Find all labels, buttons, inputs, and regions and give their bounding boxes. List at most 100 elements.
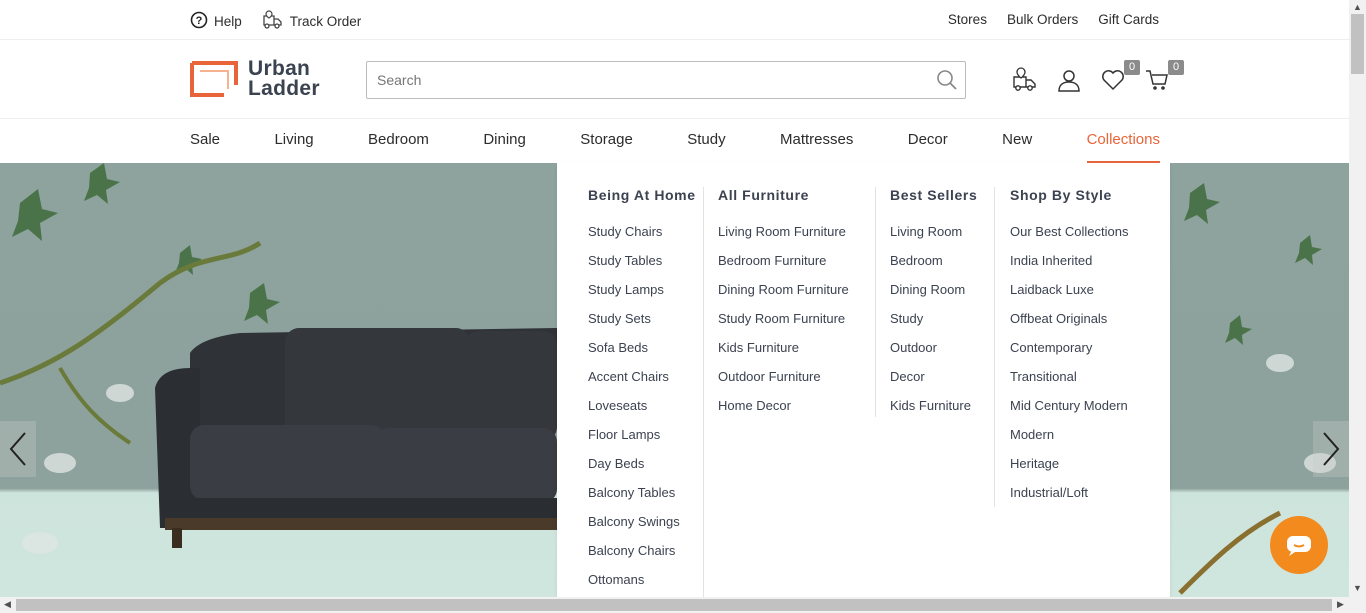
menu-link[interactable]: Dining Room <box>875 275 995 304</box>
menu-link[interactable]: Laidback Luxe <box>995 275 1170 304</box>
collections-mega-menu: Being At Home Study Chairs Study Tables … <box>557 163 1170 597</box>
menu-link[interactable]: Bedroom Furniture <box>703 246 873 275</box>
horizontal-scrollbar[interactable]: ◀ ▶ <box>0 597 1366 613</box>
chevron-right-icon <box>1323 432 1340 466</box>
menu-link[interactable]: Loveseats <box>573 391 703 420</box>
search-icon[interactable] <box>935 68 959 97</box>
top-bar-right: Stores Bulk Orders Gift Cards <box>948 12 1159 27</box>
carousel-next-button[interactable] <box>1313 421 1349 477</box>
menu-link[interactable]: Study Chairs <box>573 217 703 246</box>
menu-column-title: Best Sellers <box>890 187 978 203</box>
menu-column-title: Being At Home <box>588 187 696 203</box>
menu-link[interactable]: Kids Furniture <box>703 333 873 362</box>
menu-column-shop-by-style: Shop By Style Our Best Collections India… <box>995 163 1170 597</box>
menu-column-title: All Furniture <box>718 187 810 203</box>
menu-link[interactable]: Modern <box>995 420 1170 449</box>
nav-item-study[interactable]: Study <box>687 120 725 163</box>
menu-link[interactable]: Bedroom <box>875 246 995 275</box>
nav-item-bedroom[interactable]: Bedroom <box>368 120 429 163</box>
nav-item-living[interactable]: Living <box>274 120 313 163</box>
wishlist-icon[interactable]: 0 <box>1100 60 1140 93</box>
truck-icon <box>262 10 284 33</box>
account-icon[interactable] <box>1056 67 1082 93</box>
track-order-link[interactable]: Track Order <box>262 10 362 33</box>
nav-item-dining[interactable]: Dining <box>483 120 526 163</box>
menu-link[interactable]: Heritage <box>995 449 1170 478</box>
menu-column-being-at-home: Being At Home Study Chairs Study Tables … <box>573 163 703 597</box>
menu-link[interactable]: Study Sets <box>573 304 703 333</box>
menu-link[interactable]: Balcony Tables <box>573 478 703 507</box>
menu-link[interactable]: Decor <box>875 362 995 391</box>
menu-link[interactable]: Transitional <box>995 362 1170 391</box>
vertical-scroll-thumb[interactable] <box>1351 14 1364 74</box>
sofa-image <box>155 328 557 548</box>
scroll-right-icon[interactable]: ▶ <box>1337 599 1344 610</box>
stores-link[interactable]: Stores <box>948 12 987 27</box>
cart-icon[interactable]: 0 <box>1144 60 1184 93</box>
menu-column-best-sellers: Best Sellers Living Room Bedroom Dining … <box>875 163 995 597</box>
menu-column-all-furniture: All Furniture Living Room Furniture Bedr… <box>703 163 873 597</box>
help-icon: ? <box>190 11 208 32</box>
search-input[interactable] <box>367 62 927 98</box>
menu-link[interactable]: Floor Lamps <box>573 420 703 449</box>
nav-item-collections[interactable]: Collections <box>1086 120 1160 163</box>
logo[interactable]: Urban Ladder <box>190 58 320 100</box>
menu-link[interactable]: Outdoor Furniture <box>703 362 873 391</box>
cart-count-badge: 0 <box>1168 60 1184 75</box>
menu-link[interactable]: Outdoor <box>875 333 995 362</box>
nav-item-sale[interactable]: Sale <box>190 120 220 163</box>
scroll-up-icon[interactable]: ▲ <box>1353 2 1362 12</box>
header: Urban Ladder 0 0 <box>0 41 1349 119</box>
logo-line-2: Ladder <box>248 77 320 100</box>
menu-link[interactable]: Study <box>875 304 995 333</box>
vertical-scrollbar[interactable]: ▲ ▼ <box>1349 0 1366 597</box>
menu-link[interactable]: Mid Century Modern <box>995 391 1170 420</box>
chat-icon <box>1287 536 1311 556</box>
page: ? Help Track Order Stores Bulk Orders Gi… <box>0 0 1366 613</box>
top-bar-left: ? Help Track Order <box>190 10 361 33</box>
menu-link[interactable]: Accent Chairs <box>573 362 703 391</box>
menu-link[interactable]: Ottomans <box>573 565 703 594</box>
menu-link[interactable]: Home Decor <box>703 391 873 420</box>
menu-link[interactable]: Sofa Beds <box>573 333 703 362</box>
menu-link[interactable]: Living Room <box>875 217 995 246</box>
menu-link[interactable]: Our Best Collections <box>995 217 1170 246</box>
help-link[interactable]: ? Help <box>190 10 242 33</box>
menu-link[interactable]: Kids Furniture <box>875 391 995 420</box>
scroll-down-icon[interactable]: ▼ <box>1353 583 1362 593</box>
menu-link[interactable]: Offbeat Originals <box>995 304 1170 333</box>
nav-item-mattresses[interactable]: Mattresses <box>780 120 853 163</box>
track-location-icon[interactable] <box>1012 67 1038 93</box>
scroll-left-icon[interactable]: ◀ <box>4 599 11 610</box>
menu-link[interactable]: Dining Room Furniture <box>703 275 873 304</box>
menu-link[interactable]: Living Room Furniture <box>703 217 873 246</box>
wishlist-count-badge: 0 <box>1124 60 1140 75</box>
chevron-left-icon <box>9 432 26 466</box>
main-nav: Sale Living Bedroom Dining Storage Study… <box>0 120 1349 163</box>
svg-text:?: ? <box>196 15 203 27</box>
main-nav-items: Sale Living Bedroom Dining Storage Study… <box>190 120 1160 163</box>
menu-link[interactable]: Day Beds <box>573 449 703 478</box>
horizontal-scroll-thumb[interactable] <box>16 599 1332 611</box>
chat-button[interactable] <box>1270 516 1328 574</box>
bulk-orders-link[interactable]: Bulk Orders <box>1007 12 1078 27</box>
menu-column-title: Shop By Style <box>1010 187 1112 203</box>
header-icons: 0 0 <box>1012 60 1184 93</box>
search-box <box>366 61 966 99</box>
menu-link[interactable]: Balcony Swings <box>573 507 703 536</box>
menu-link[interactable]: Study Tables <box>573 246 703 275</box>
nav-item-storage[interactable]: Storage <box>580 120 633 163</box>
carousel-prev-button[interactable] <box>0 421 36 477</box>
gift-cards-link[interactable]: Gift Cards <box>1098 12 1159 27</box>
menu-link[interactable]: Contemporary <box>995 333 1170 362</box>
top-bar: ? Help Track Order Stores Bulk Orders Gi… <box>0 0 1349 40</box>
menu-link[interactable]: Balcony Chairs <box>573 536 703 565</box>
nav-item-decor[interactable]: Decor <box>908 120 948 163</box>
track-order-label: Track Order <box>289 14 362 29</box>
menu-link[interactable]: Study Room Furniture <box>703 304 873 333</box>
menu-link[interactable]: Industrial/Loft <box>995 478 1170 507</box>
menu-link[interactable]: India Inherited <box>995 246 1170 275</box>
menu-link[interactable]: Study Lamps <box>573 275 703 304</box>
nav-item-new[interactable]: New <box>1002 120 1032 163</box>
logo-mark-icon <box>190 61 238 97</box>
